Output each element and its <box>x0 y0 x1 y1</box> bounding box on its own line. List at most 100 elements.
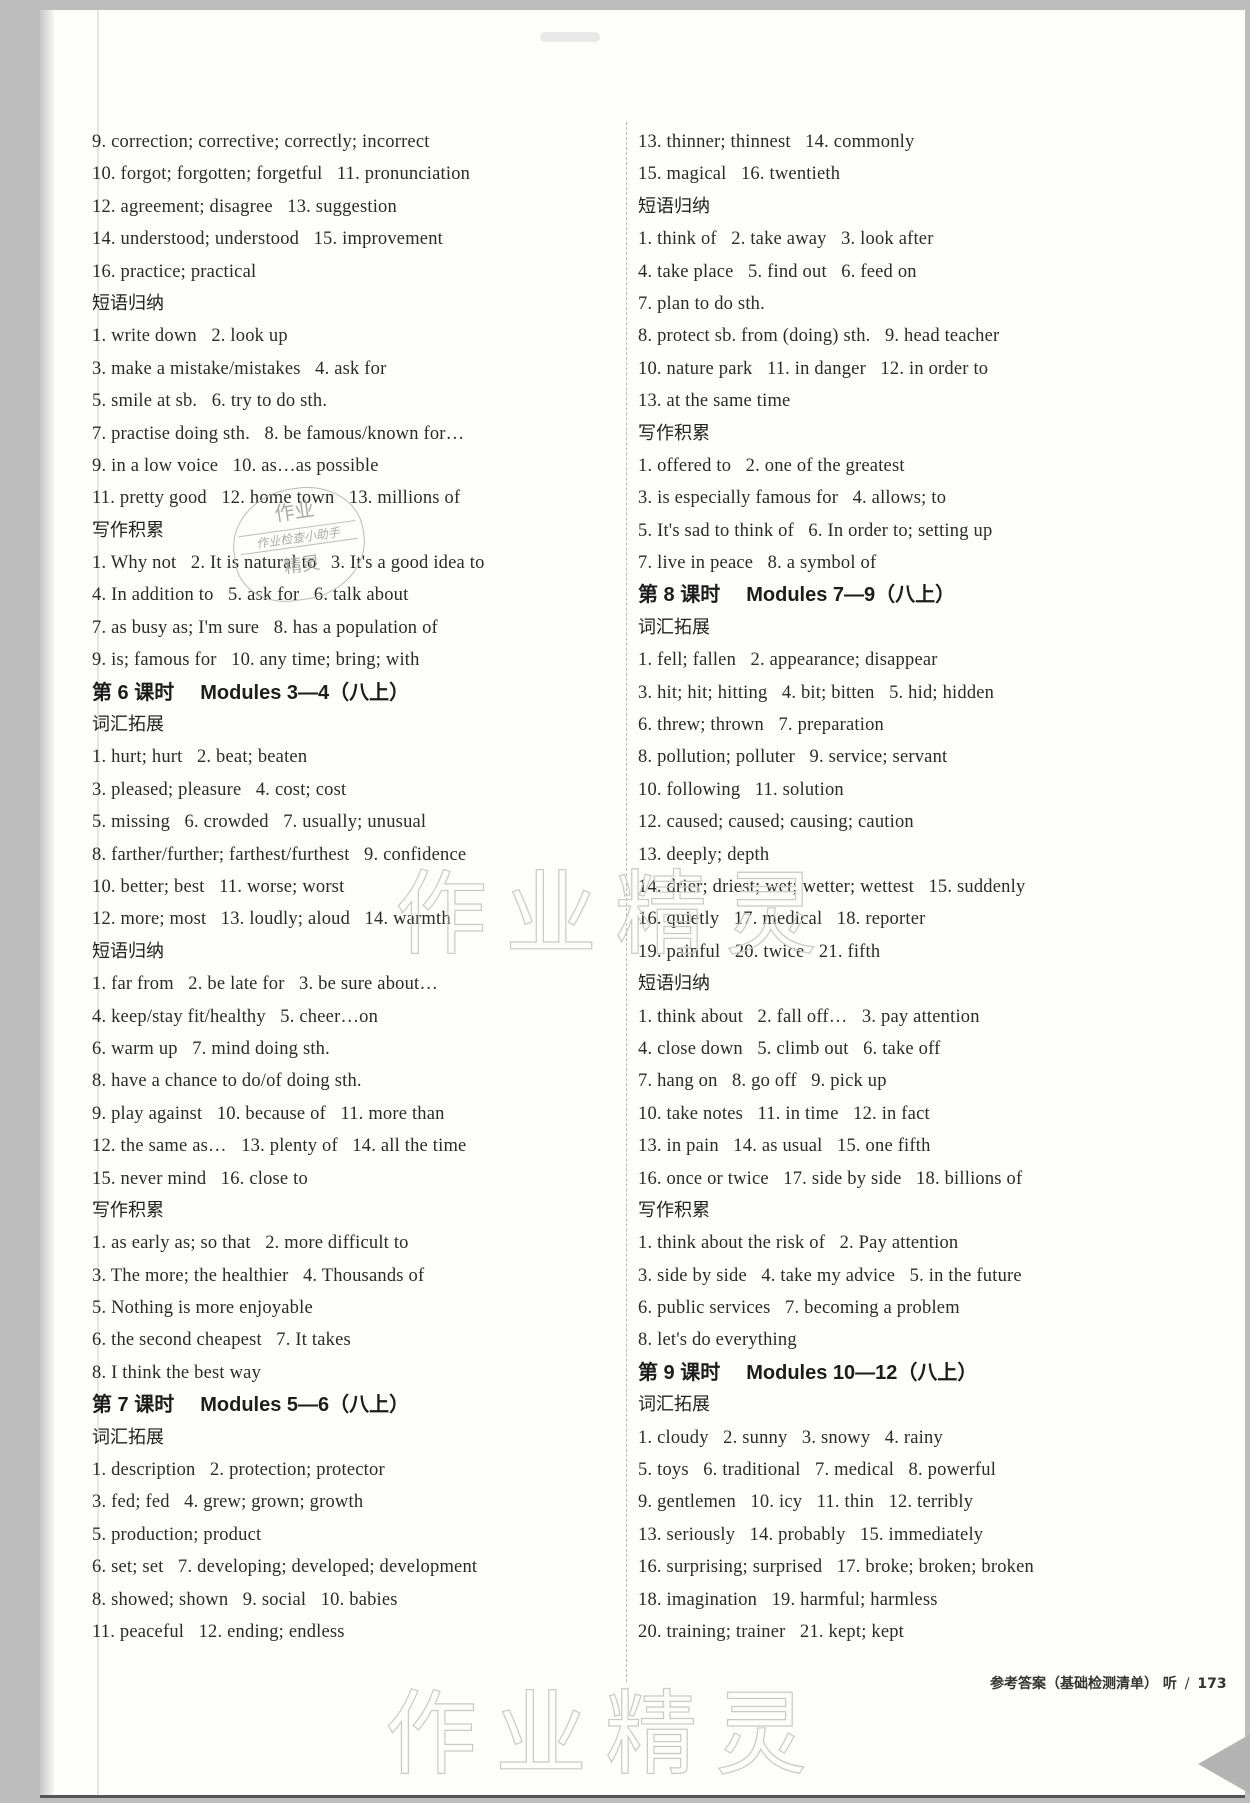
answer-line: 1. as early as; so that 2. more difficul… <box>92 1233 409 1254</box>
answer-line: 13. thinner; thinnest 14. commonly <box>638 132 915 152</box>
answer-line: 7. plan to do sth. <box>638 293 765 314</box>
answer-line: 12. more; most 13. loudly; aloud 14. war… <box>92 909 451 930</box>
answer-line: 1. hurt; hurt 2. beat; beaten <box>92 747 308 768</box>
scan-artifact <box>540 32 600 42</box>
page-number: 173 <box>1197 1676 1227 1692</box>
answer-line: 4. In addition to 5. ask for 6. talk abo… <box>92 585 409 606</box>
answer-line: 12. caused; caused; causing; caution <box>638 812 914 833</box>
answer-line: 1. think about the risk of 2. Pay attent… <box>638 1233 959 1254</box>
answer-line: 10. take notes 11. in time 12. in fact <box>638 1103 930 1124</box>
answer-line: 1. cloudy 2. sunny 3. snowy 4. rainy <box>638 1427 943 1448</box>
answer-line: 20. training; trainer 21. kept; kept <box>638 1621 905 1642</box>
answer-line: 6. set; set 7. developing; developed; de… <box>92 1557 478 1578</box>
answer-line: 10. forgot; forgotten; forgetful 11. pro… <box>92 164 471 185</box>
answer-line: 1. think about 2. fall off… 3. pay atten… <box>638 1006 980 1027</box>
answer-line: 15. magical 16. twentieth <box>638 164 841 185</box>
lesson-heading: 第 6 课时 Modules 3—4（八上） <box>92 677 612 709</box>
footer-subject: 听 <box>1162 1676 1177 1692</box>
page-footer: 参考答案（基础检测清单） 听 / 173 <box>990 1673 1227 1693</box>
answer-line: 9. in a low voice 10. as…as possible <box>92 455 379 476</box>
answer-line: 1. far from 2. be late for 3. be sure ab… <box>92 974 439 995</box>
lesson-number: 第 6 课时 <box>92 681 175 704</box>
answer-line: 5. It's sad to think of 6. In order to; … <box>638 520 993 541</box>
answer-line: 13. at the same time <box>638 391 791 412</box>
lesson-heading: 第 8 课时 Modules 7—9（八上） <box>638 579 1198 611</box>
answer-line: 13. in pain 14. as usual 15. one fifth <box>638 1136 931 1157</box>
watermark-text-bottom: 作业精灵 <box>384 1680 826 1788</box>
section-heading: 短语归纳 <box>92 292 164 314</box>
right-column: 13. thinner; thinnest 14. commonly 15. ma… <box>638 126 1198 1648</box>
section-heading: 短语归纳 <box>638 195 710 217</box>
answer-line: 11. peaceful 12. ending; endless <box>92 1621 345 1642</box>
lesson-title: Modules 7—9（八上） <box>746 584 956 607</box>
answer-line: 5. production; product <box>92 1524 262 1545</box>
lesson-heading: 第 9 课时 Modules 10—12（八上） <box>638 1357 1198 1389</box>
column-divider <box>626 122 627 1682</box>
answer-line: 6. public services 7. becoming a problem <box>638 1298 960 1319</box>
answer-line: 8. farther/further; farthest/furthest 9.… <box>92 844 467 865</box>
answer-line: 6. the second cheapest 7. It takes <box>92 1330 351 1351</box>
document-page: 9. correction; corrective; correctly; in… <box>40 10 1250 1798</box>
answer-line: 7. live in peace 8. a symbol of <box>638 553 877 574</box>
answer-line: 9. play against 10. because of 11. more … <box>92 1103 445 1124</box>
answer-line: 3. The more; the healthier 4. Thousands … <box>92 1265 425 1286</box>
answer-line: 9. correction; corrective; correctly; in… <box>92 132 430 152</box>
section-heading: 写作积累 <box>92 1199 164 1221</box>
lesson-heading: 第 7 课时 Modules 5—6（八上） <box>92 1389 612 1421</box>
section-heading: 短语归纳 <box>638 973 710 995</box>
section-heading: 写作积累 <box>638 1199 710 1221</box>
answer-line: 3. fed; fed 4. grew; grown; growth <box>92 1492 364 1513</box>
answer-line: 16. quietly 17. medical 18. reporter <box>638 909 926 930</box>
lesson-number: 第 7 课时 <box>92 1394 175 1417</box>
lesson-number: 第 9 课时 <box>638 1361 721 1384</box>
answer-line: 1. offered to 2. one of the greatest <box>638 455 905 476</box>
section-heading: 词汇拓展 <box>92 714 164 736</box>
answer-line: 5. Nothing is more enjoyable <box>92 1298 313 1319</box>
answer-line: 6. threw; thrown 7. preparation <box>638 715 885 736</box>
answer-line: 3. pleased; pleasure 4. cost; cost <box>92 779 347 800</box>
answer-line: 9. is; famous for 10. any time; bring; w… <box>92 650 420 671</box>
answer-line: 7. as busy as; I'm sure 8. has a populat… <box>92 617 438 638</box>
lesson-title: Modules 5—6（八上） <box>200 1394 410 1417</box>
section-heading: 短语归纳 <box>92 940 164 962</box>
answer-line: 10. better; best 11. worse; worst <box>92 876 345 897</box>
section-heading: 词汇拓展 <box>638 1394 710 1416</box>
answer-line: 8. I think the best way <box>92 1362 262 1383</box>
lesson-title: Modules 10—12（八上） <box>746 1361 978 1384</box>
answer-line: 7. hang on 8. go off 9. pick up <box>638 1071 887 1092</box>
answer-line: 1. think of 2. take away 3. look after <box>638 229 934 250</box>
answer-line: 4. take place 5. find out 6. feed on <box>638 261 917 282</box>
page-turn-triangle-icon[interactable] <box>1198 1732 1250 1796</box>
answer-line: 16. once or twice 17. side by side 18. b… <box>638 1168 1023 1189</box>
answer-line: 10. following 11. solution <box>638 779 844 800</box>
answer-line: 7. practise doing sth. 8. be famous/know… <box>92 423 465 444</box>
answer-line: 13. deeply; depth <box>638 844 770 865</box>
answer-line: 8. pollution; polluter 9. service; serva… <box>638 747 948 768</box>
lesson-number: 第 8 课时 <box>638 584 721 607</box>
answer-line: 1. write down 2. look up <box>92 326 288 347</box>
section-heading: 写作积累 <box>638 422 710 444</box>
answer-line: 12. the same as… 13. plenty of 14. all t… <box>92 1136 467 1157</box>
answer-line: 12. agreement; disagree 13. suggestion <box>92 196 397 217</box>
answer-line: 5. missing 6. crowded 7. usually; unusua… <box>92 812 427 833</box>
section-heading: 词汇拓展 <box>92 1426 164 1448</box>
answer-line: 13. seriously 14. probably 15. immediate… <box>638 1524 984 1545</box>
answer-line: 3. hit; hit; hitting 4. bit; bitten 5. h… <box>638 682 995 703</box>
answer-line: 4. keep/stay fit/healthy 5. cheer…on <box>92 1006 379 1027</box>
lesson-title: Modules 3—4（八上） <box>200 681 410 704</box>
answer-line: 16. practice; practical <box>92 261 257 282</box>
answer-line: 1. description 2. protection; protector <box>92 1460 385 1481</box>
answer-line: 14. understood; understood 15. improveme… <box>92 229 444 250</box>
answer-line: 8. protect sb. from (doing) sth. 9. head… <box>638 326 1000 347</box>
answer-line: 6. warm up 7. mind doing sth. <box>92 1038 330 1059</box>
answer-line: 4. close down 5. climb out 6. take off <box>638 1038 941 1059</box>
answer-line: 14. drier; driest; wet; wetter; wettest … <box>638 876 1026 897</box>
answer-line: 15. never mind 16. close to <box>92 1168 308 1189</box>
answer-line: 10. nature park 11. in danger 12. in ord… <box>638 358 989 379</box>
answer-line: 1. fell; fallen 2. appearance; disappear <box>638 650 938 671</box>
answer-line: 19. painful 20. twice 21. fifth <box>638 941 881 962</box>
answer-line: 3. make a mistake/mistakes 4. ask for <box>92 358 387 379</box>
answer-line: 16. surprising; surprised 17. broke; bro… <box>638 1557 1034 1578</box>
answer-line: 3. is especially famous for 4. allows; t… <box>638 488 947 509</box>
answer-line: 8. showed; shown 9. social 10. babies <box>92 1589 398 1610</box>
